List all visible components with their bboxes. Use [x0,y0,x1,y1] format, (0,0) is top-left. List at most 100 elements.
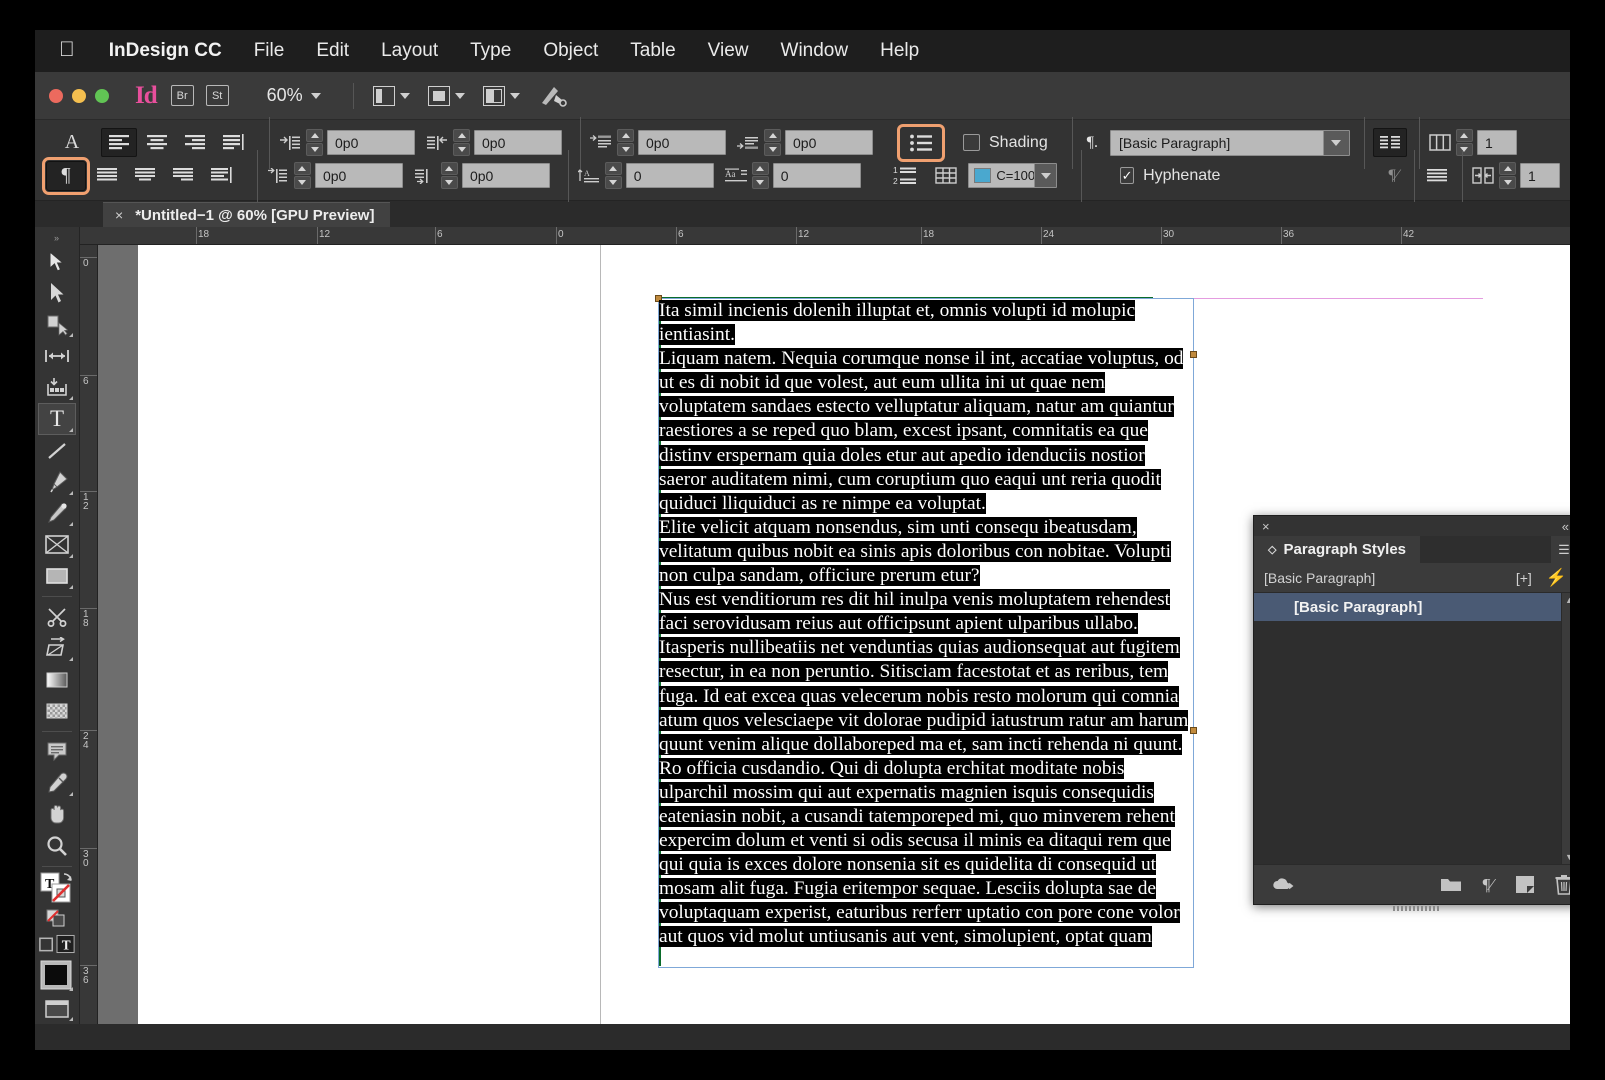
apply-color-button[interactable] [38,957,76,994]
apple-logo-icon[interactable]:  [53,39,93,64]
gradient-swatch-tool[interactable] [38,664,76,695]
right-indent-input[interactable]: 0p0 [474,130,562,155]
tool-expand-indicator[interactable] [69,490,73,495]
shading-checkbox[interactable] [963,134,980,151]
frame-tool[interactable] [38,529,76,560]
columns-stepper[interactable] [1455,129,1473,156]
stepper-down-button[interactable] [617,143,634,156]
bridge-button[interactable]: Br [170,85,194,106]
numbered-list-button[interactable]: 1 2 [889,161,921,191]
chevron-down-icon[interactable] [1322,130,1349,155]
maximize-window-button[interactable] [95,88,109,103]
stepper-down-button[interactable] [306,143,323,156]
hyphenate-checkbox[interactable]: ✓ [1120,167,1135,184]
clear-overrides-icon[interactable]: ¶⁄ [1475,875,1500,895]
panel-title-bar[interactable]: × « [1254,516,1570,536]
collapse-icon[interactable]: « [1562,519,1569,534]
panel-menu-button[interactable]: ☰ [1551,536,1570,563]
shading-color-dropdown[interactable]: C=100... [968,163,1058,188]
first-line-indent-stepper[interactable] [293,162,311,189]
scroll-up-button[interactable]: ▲ [1562,593,1570,607]
styles-list[interactable]: [Basic Paragraph] [1254,593,1561,864]
stepper-up-button[interactable] [293,162,311,175]
page-tool[interactable] [38,309,76,340]
tool-expand-indicator[interactable] [69,333,73,338]
space-before-input[interactable]: 0p0 [638,130,726,155]
gradient-feather-tool[interactable] [38,695,76,726]
document-paragraph[interactable]: Liquam natem. Nequia corumque nonse il i… [659,347,1193,516]
stepper-up-button[interactable] [764,129,781,142]
stepper-down-button[interactable] [751,176,769,189]
stepper-up-button[interactable] [1499,162,1517,175]
menu-item-file[interactable]: File [238,40,301,62]
close-window-button[interactable] [49,88,63,103]
stepper-down-button[interactable] [440,176,458,189]
last-line-indent-stepper[interactable] [440,162,458,189]
balance-columns-button[interactable] [1423,161,1450,190]
story-text[interactable]: Ita simil incienis dolenih illuptat et, … [659,299,1193,950]
menu-app-name[interactable]: InDesign CC [93,40,238,62]
menu-item-window[interactable]: Window [765,40,865,62]
menu-item-help[interactable]: Help [864,40,935,62]
screen-mode-tool[interactable] [38,994,76,1024]
delete-style-icon[interactable] [1552,874,1570,895]
space-after-input[interactable]: 0p0 [785,130,873,155]
tool-expand-indicator[interactable] [69,553,73,558]
space-after-stepper[interactable] [764,129,781,156]
stepper-up-button[interactable] [751,162,769,175]
type-tool[interactable]: T [38,403,76,435]
tab-paragraph-styles[interactable]: ◇ Paragraph Styles [1254,536,1421,563]
gap-tool[interactable] [38,340,76,371]
space-before-stepper[interactable] [617,129,634,156]
no-break-icon[interactable]: ¶⁄ [1388,167,1398,185]
stepper-up-button[interactable] [1455,129,1473,142]
tool-expand-indicator[interactable] [69,987,73,992]
document-paragraph[interactable]: Ita simil incienis dolenih illuptat et, … [659,299,1193,347]
stock-button[interactable]: St [205,85,229,106]
menu-item-edit[interactable]: Edit [300,40,365,62]
character-formatting-button[interactable]: A [52,128,92,158]
paragraph-formatting-button[interactable]: ¶ [42,156,91,195]
column-gutter-stepper[interactable] [1499,162,1517,189]
zoom-tool[interactable] [38,830,76,861]
column-gutter-input[interactable]: 1 [1520,163,1561,188]
scissors-tool[interactable] [38,601,76,632]
columns-input[interactable]: 1 [1476,130,1517,155]
menu-item-view[interactable]: View [692,40,765,62]
drop-cap-lines-input[interactable]: 0 [625,163,714,188]
tool-expand-indicator[interactable] [69,427,73,432]
first-line-indent-input[interactable]: 0p0 [314,163,403,188]
content-collector-tool[interactable] [38,372,76,403]
selection-tool[interactable] [38,246,76,277]
drop-cap-chars-input[interactable]: 0 [772,163,861,188]
drop-cap-chars-stepper[interactable] [751,162,769,189]
styles-scrollbar[interactable]: ▲ ▼ [1561,593,1570,864]
rectangle-tool[interactable] [38,561,76,592]
justify-last-left-button[interactable] [215,128,251,157]
align-right-button[interactable] [177,128,213,157]
menu-item-layout[interactable]: Layout [365,40,454,62]
tool-expand-indicator[interactable] [69,585,73,590]
vertical-ruler[interactable]: 0 6 12 18 24 30 36 [80,245,98,1024]
stepper-down-button[interactable] [604,176,622,189]
stepper-down-button[interactable] [453,143,470,156]
tool-expand-indicator[interactable] [69,791,73,796]
workspace-switcher-button[interactable] [529,83,577,109]
arrange-documents-button[interactable] [474,85,529,106]
page-left[interactable] [138,245,600,1024]
left-indent-input[interactable]: 0p0 [327,130,415,155]
right-indent-stepper[interactable] [453,129,470,156]
tool-expand-indicator[interactable] [69,1017,73,1022]
align-toward-spine-button[interactable] [1372,128,1407,157]
zoom-level-selector[interactable]: 60% [241,85,343,106]
close-icon[interactable]: × [115,207,123,223]
pencil-tool[interactable] [38,498,76,529]
bulleted-list-button[interactable] [897,123,945,162]
free-transform-tool[interactable] [38,632,76,663]
stepper-down-button[interactable] [1499,176,1517,189]
align-center-button[interactable] [139,128,175,157]
style-list-item[interactable]: [Basic Paragraph] [1254,593,1561,621]
shading-grid-button[interactable] [931,161,963,191]
screen-mode-button[interactable] [419,85,474,106]
align-left-button[interactable] [101,128,137,157]
